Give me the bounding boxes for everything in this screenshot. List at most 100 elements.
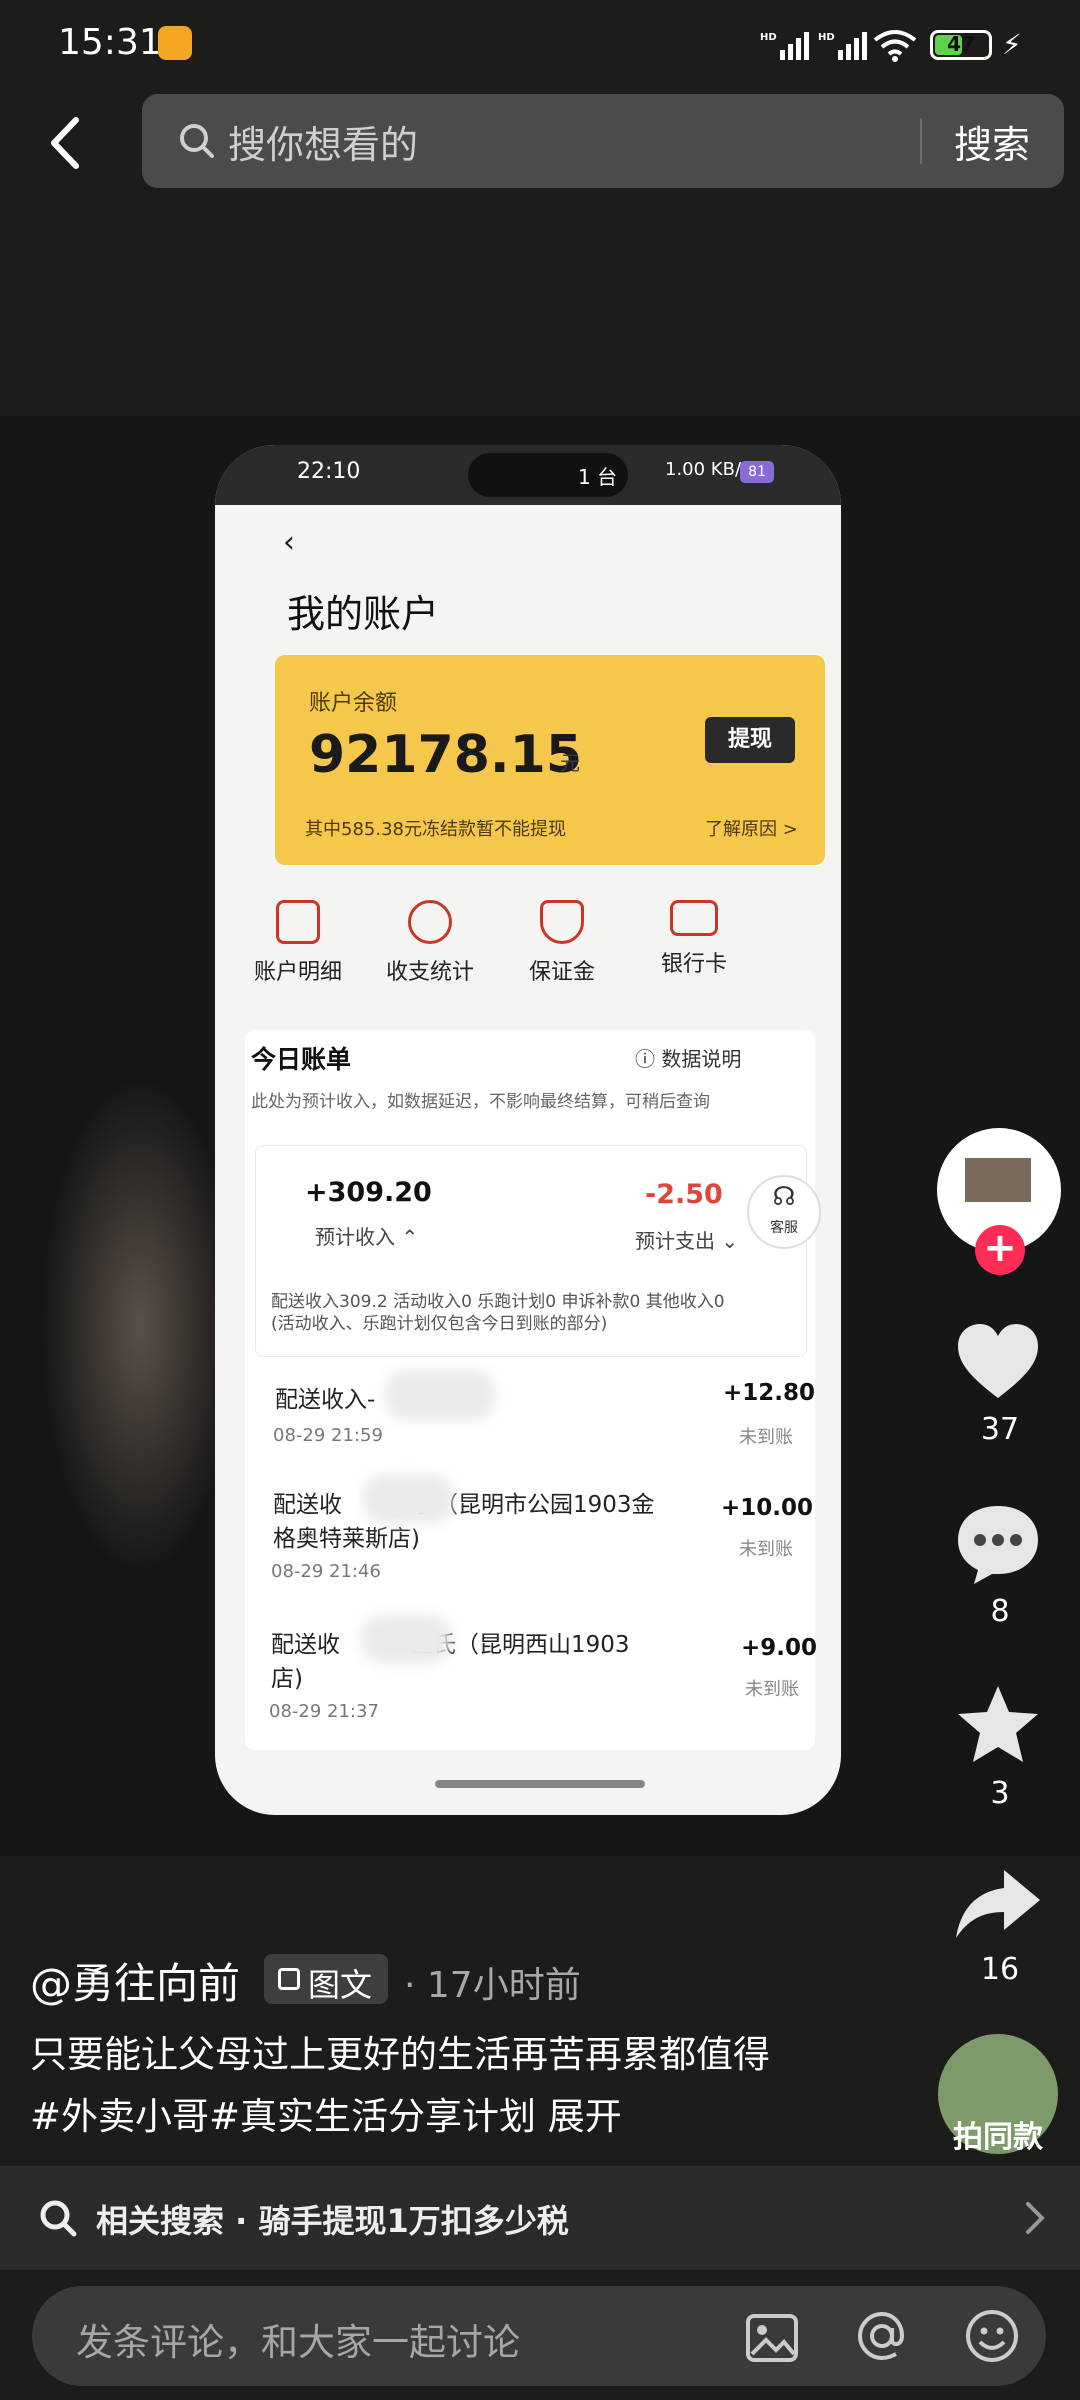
chevron-right-icon	[1026, 2202, 1045, 2234]
phone-back-icon: ‹	[283, 525, 295, 560]
phone-screen: 22:10 1 台 1.00 KB/S 81 ‹ 我的账户 账户余额 92178…	[215, 445, 841, 1815]
signal-icon: HD	[818, 32, 867, 60]
same-style-label[interactable]: 拍同款	[938, 2112, 1058, 2156]
expected-expense: -2.50	[645, 1179, 723, 1210]
income-breakdown-note: (活动收入、乐跑计划仅包含今日到账的部分)	[271, 1314, 608, 1334]
like-button[interactable]	[952, 1316, 1044, 1408]
service-label: 客服	[770, 1220, 798, 1236]
quick-label: 保证金	[528, 960, 595, 985]
hand-shadow	[40, 1076, 240, 1576]
expected-expense-label: 预计支出 ⌄	[635, 1229, 739, 1253]
mention-icon[interactable]	[852, 2306, 912, 2366]
phone-home-indicator	[435, 1780, 645, 1788]
author-name[interactable]: @勇往向前	[30, 1950, 240, 2011]
post-hashtags[interactable]: #外卖小哥#真实生活分享计划 展开	[30, 2086, 622, 2140]
data-desc-label: 数据说明	[661, 1047, 742, 1071]
phone-battery: 81	[740, 461, 774, 483]
pill-text: 1 台	[578, 465, 618, 489]
post-caption: 只要能让父母过上更好的生活再苦再累都值得	[30, 2033, 770, 2076]
post-time: · 17小时前	[404, 1965, 581, 2006]
quick-deposit: 保证金	[497, 900, 627, 986]
comment-bar[interactable]: 发条评论，和大家一起讨论	[32, 2286, 1046, 2386]
blur-mask	[363, 1475, 453, 1523]
phone-status-bar: 22:10 1 台 1.00 KB/S 81	[215, 445, 841, 505]
wifi-icon	[873, 30, 917, 62]
comment-button[interactable]	[952, 1498, 1044, 1590]
balance-label: 账户余额	[309, 691, 398, 716]
favorite-count: 3	[990, 1776, 1010, 1811]
quick-bank-card: 银行卡	[629, 900, 759, 978]
comment-count: 8	[990, 1594, 1010, 1629]
learn-reason-link: 了解原因 >	[705, 819, 798, 840]
svg-text:HD: HD	[818, 32, 835, 43]
comment-input[interactable]: 发条评论，和大家一起讨论	[76, 2312, 520, 2366]
share-icon	[956, 1870, 1040, 1938]
photographed-phone: 22:10 1 台 1.00 KB/S 81 ‹ 我的账户 账户余额 92178…	[215, 445, 841, 1815]
avatar-image	[965, 1158, 1031, 1202]
chart-icon	[408, 900, 452, 944]
bill-note: 此处为预计收入，如数据延迟，不影响最终结算，可稍后查询	[251, 1092, 710, 1112]
data-description-link: ⓘ 数据说明	[635, 1047, 742, 1071]
share-button[interactable]	[952, 1860, 1044, 1952]
status-bar: 15:31 HD HD 47 ⚡	[0, 0, 1080, 90]
customer-service-icon: ☊ 客服	[747, 1175, 821, 1249]
record-title: 配送收 宁（昆明市公园1903金	[273, 1492, 655, 1518]
battery-level: 47	[947, 32, 975, 56]
withdraw-button: 提现	[705, 717, 795, 763]
search-icon	[180, 124, 214, 158]
star-icon	[958, 1686, 1038, 1762]
record-amount: +10.00	[721, 1495, 814, 1521]
follow-button[interactable]: +	[975, 1225, 1025, 1275]
quick-label: 收支统计	[385, 960, 474, 985]
record-title-line2: 店)	[271, 1666, 303, 1692]
search-input[interactable]: 搜你想看的	[228, 114, 418, 169]
blur-mask	[385, 1370, 495, 1420]
record-title-line2: 格奥特莱斯店)	[273, 1526, 420, 1552]
record-time: 08-29 21:37	[269, 1701, 379, 1722]
quick-label: 银行卡	[660, 952, 727, 977]
post-type-label: 图文	[308, 1966, 373, 2004]
image-text-icon	[278, 1968, 300, 1990]
battery-icon: 47	[930, 30, 992, 60]
clock: 15:31	[58, 22, 162, 63]
search-icon	[40, 2200, 77, 2237]
search-bar[interactable]: 搜你想看的 搜索	[142, 94, 1064, 188]
frozen-note: 其中585.38元冻结款暂不能提现	[305, 819, 566, 840]
expected-income-label: 预计收入 ⌃	[315, 1225, 419, 1249]
account-title: 我的账户	[287, 592, 440, 636]
record-time: 08-29 21:59	[273, 1425, 383, 1446]
back-button[interactable]	[40, 110, 94, 176]
app-notification-icon	[158, 26, 192, 60]
svg-text:HD: HD	[760, 32, 777, 43]
balance-amount: 92178.15	[309, 725, 583, 785]
search-button[interactable]: 搜索	[954, 114, 1030, 169]
divider	[920, 118, 922, 164]
record-title: 配送收入-	[275, 1387, 376, 1413]
record-amount: +12.80	[723, 1380, 816, 1406]
record-status: 未到账	[739, 1427, 793, 1448]
balance-card: 账户余额 92178.15 元 提现 其中585.38元冻结款暂不能提现 了解原…	[275, 655, 825, 865]
shield-icon	[540, 900, 584, 944]
emoji-icon[interactable]	[962, 2306, 1022, 2366]
related-search-bar[interactable]: 相关搜索 · 骑手提现1万扣多少税	[0, 2166, 1080, 2270]
record-status: 未到账	[739, 1539, 793, 1560]
quick-label: 账户明细	[253, 960, 342, 985]
record-amount: +9.00	[741, 1635, 818, 1661]
heart-icon	[958, 1324, 1038, 1398]
quick-stats: 收支统计	[365, 900, 495, 986]
charging-icon: ⚡	[1002, 28, 1022, 61]
expected-income: +309.20	[305, 1177, 432, 1208]
today-bill-title: 今日账单	[251, 1045, 352, 1074]
dynamic-island: 1 台	[468, 453, 628, 497]
image-icon[interactable]	[744, 2310, 800, 2366]
blur-mask	[361, 1615, 451, 1663]
document-icon	[276, 900, 320, 944]
phone-time: 22:10	[297, 459, 361, 484]
related-search-text[interactable]: 相关搜索 · 骑手提现1万扣多少税	[96, 2196, 569, 2242]
post-type-badge: 图文	[264, 1954, 388, 2004]
favorite-button[interactable]	[952, 1680, 1044, 1772]
record-time: 08-29 21:46	[271, 1561, 381, 1582]
bank-card-icon	[670, 900, 718, 936]
record-status: 未到账	[745, 1679, 799, 1700]
like-count: 37	[980, 1412, 1020, 1447]
